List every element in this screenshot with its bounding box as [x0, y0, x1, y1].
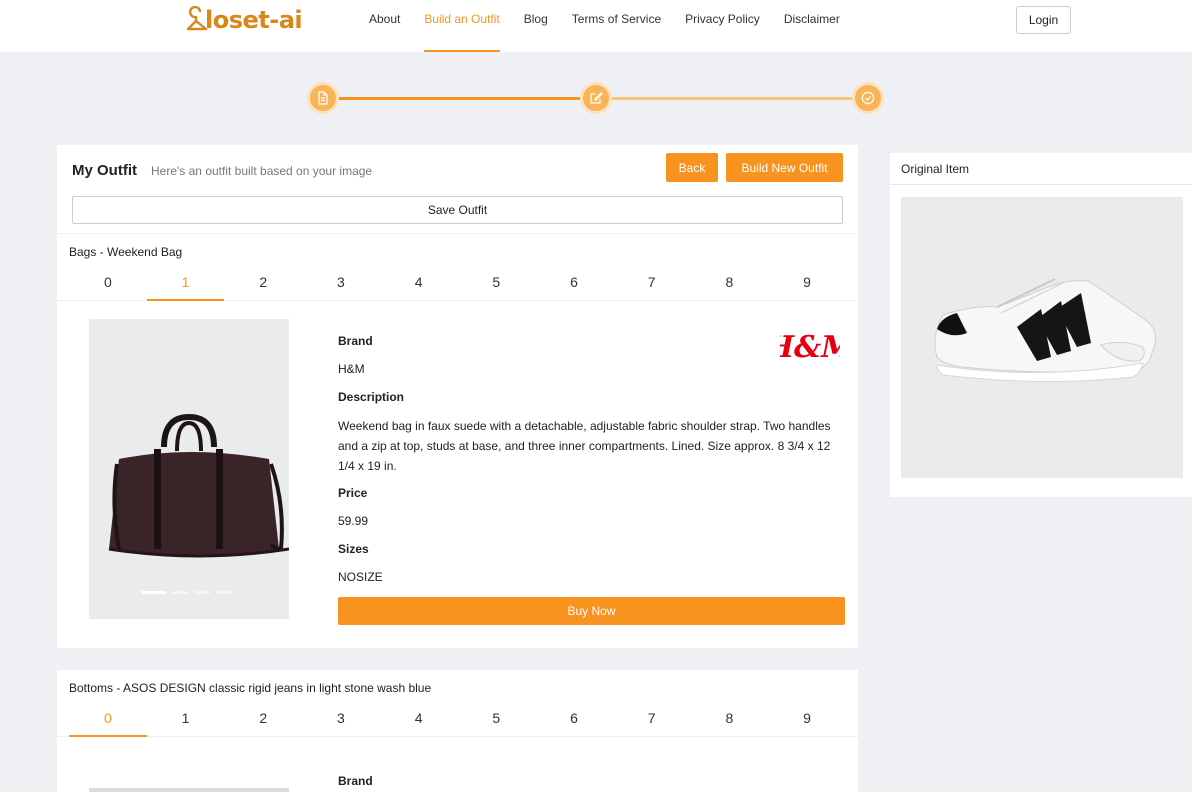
- brand-value: H&M: [338, 362, 365, 376]
- carousel-dot[interactable]: [216, 591, 232, 594]
- logo-text: loset-ai: [205, 6, 303, 34]
- item-tab[interactable]: 1: [146, 267, 225, 301]
- item-tab[interactable]: 8: [691, 267, 769, 300]
- price-value: 59.99: [338, 514, 369, 528]
- category-title: Bottoms - ASOS DESIGN classic rigid jean…: [69, 681, 432, 695]
- save-outfit-button[interactable]: Save Outfit: [72, 196, 843, 224]
- nav-about[interactable]: About: [369, 0, 400, 52]
- item-tab[interactable]: 4: [380, 267, 458, 300]
- original-item-image: [901, 197, 1183, 478]
- progress-stepper: [307, 82, 884, 114]
- description-label: Description: [338, 390, 405, 404]
- item-tab[interactable]: 0: [69, 267, 147, 300]
- item-tab[interactable]: 2: [224, 267, 302, 300]
- outfit-title: My Outfit: [72, 162, 137, 179]
- brand-label: Brand: [338, 334, 373, 348]
- edit-icon: [590, 92, 603, 104]
- item-tab[interactable]: 1: [147, 703, 225, 736]
- item-tab[interactable]: 7: [613, 267, 691, 300]
- item-tab[interactable]: 0: [69, 703, 147, 737]
- check-circle-icon: [861, 91, 875, 105]
- item-tab[interactable]: 5: [457, 703, 535, 736]
- main-nav: About Build an Outfit Blog Terms of Serv…: [369, 0, 864, 52]
- stepper-line: [609, 97, 859, 100]
- nav-privacy[interactable]: Privacy Policy: [685, 0, 760, 52]
- login-button[interactable]: Login: [1016, 6, 1071, 34]
- weekend-bag-image: [89, 319, 289, 619]
- item-tab[interactable]: 7: [613, 703, 691, 736]
- nav-terms[interactable]: Terms of Service: [572, 0, 661, 52]
- carousel-dot[interactable]: [194, 591, 210, 594]
- step-complete: [852, 82, 884, 114]
- category-section-bottoms: Bottoms - ASOS DESIGN classic rigid jean…: [57, 670, 858, 792]
- outfit-subtitle: Here's an outfit built based on your ima…: [151, 164, 373, 178]
- category-title: Bags - Weekend Bag: [69, 245, 183, 259]
- logo[interactable]: loset-ai: [186, 4, 303, 36]
- item-tab[interactable]: 5: [457, 267, 535, 300]
- carousel-dot[interactable]: [141, 591, 166, 594]
- brand-label: Brand: [338, 774, 373, 788]
- original-item-title: Original Item: [890, 153, 1192, 185]
- item-tab[interactable]: 9: [768, 267, 846, 300]
- step-edit: [580, 82, 612, 114]
- sneaker-image: [901, 197, 1183, 478]
- item-tab[interactable]: 6: [535, 267, 613, 300]
- category-section-bags: Bags - Weekend Bag 0 1 2 3 4 5 6 7 8 9 &…: [57, 234, 858, 648]
- hanger-logo-icon: [186, 5, 208, 31]
- outfit-card: My Outfit Here's an outfit built based o…: [57, 145, 858, 233]
- product-details: Brand H&M Description Weekend bag in fau…: [338, 334, 845, 598]
- product-image-carousel[interactable]: [89, 319, 289, 619]
- product-image-carousel[interactable]: [89, 788, 289, 792]
- item-tab[interactable]: 3: [302, 703, 380, 736]
- item-tab[interactable]: 9: [768, 703, 846, 736]
- sizes-value: NOSIZE: [338, 570, 383, 584]
- item-tab[interactable]: 8: [691, 703, 769, 736]
- sizes-label: Sizes: [338, 542, 369, 556]
- build-new-outfit-button[interactable]: Build New Outfit: [726, 153, 843, 182]
- original-item-panel: Original Item: [890, 153, 1192, 497]
- item-tab[interactable]: 3: [302, 267, 380, 300]
- item-tab[interactable]: 2: [224, 703, 302, 736]
- item-tabs: 0 1 2 3 4 5 6 7 8 9: [69, 703, 846, 737]
- buy-now-button[interactable]: Buy Now: [338, 597, 845, 625]
- back-button[interactable]: Back: [666, 153, 718, 182]
- nav-build-outfit[interactable]: Build an Outfit: [424, 0, 501, 52]
- price-label: Price: [338, 486, 368, 500]
- nav-disclaimer[interactable]: Disclaimer: [784, 0, 840, 52]
- item-tab[interactable]: 4: [380, 703, 458, 736]
- stepper-line: [337, 97, 589, 100]
- item-tabs: 0 1 2 3 4 5 6 7 8 9: [69, 267, 846, 301]
- top-navbar: loset-ai About Build an Outfit Blog Term…: [0, 0, 1192, 52]
- document-icon: [318, 91, 328, 105]
- description-value: Weekend bag in faux suede with a detacha…: [338, 419, 831, 473]
- step-upload: [307, 82, 339, 114]
- carousel-indicators: [141, 591, 232, 594]
- carousel-dot[interactable]: [172, 591, 188, 594]
- nav-blog[interactable]: Blog: [524, 0, 548, 52]
- item-tab[interactable]: 6: [535, 703, 613, 736]
